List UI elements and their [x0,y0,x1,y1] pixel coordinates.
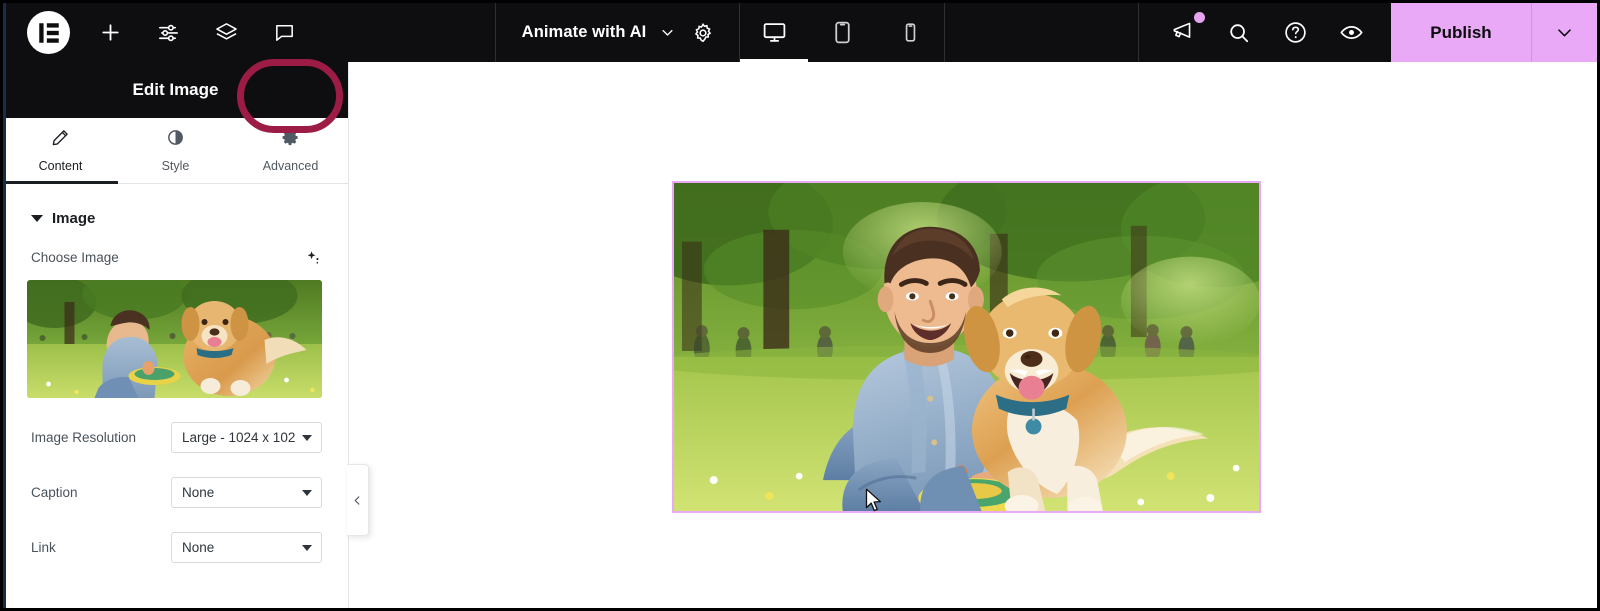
link-select[interactable]: None [171,532,322,563]
ai-sparkle-icon[interactable] [305,249,322,266]
publish-group: Publish [1391,3,1597,62]
selected-image-widget[interactable] [672,181,1261,513]
elementor-logo-icon[interactable] [27,11,70,54]
animate-with-ai-label[interactable]: Animate with AI [522,23,647,42]
image-section-header[interactable]: Image [3,184,348,227]
notification-badge-dot [1194,12,1205,23]
chevron-down-icon [302,490,312,496]
chevron-down-icon [302,545,312,551]
device-tablet-button[interactable] [808,3,876,62]
publish-options-chevron-down-icon[interactable] [1531,3,1597,62]
top-bar-right-group [1138,3,1391,62]
megaphone-icon[interactable] [1165,15,1201,51]
panel-tabs: Content Style Advanced [3,118,348,184]
image-thumbnail[interactable] [27,280,322,398]
chevron-down-icon [302,435,312,441]
tab-content[interactable]: Content [3,118,118,183]
question-circle-icon[interactable] [1277,15,1313,51]
gear-icon [281,128,300,152]
caption-label: Caption [31,485,171,500]
layers-icon[interactable] [208,15,244,51]
link-row: Link None [3,532,348,563]
top-bar-spacer-left [302,3,495,62]
link-value: None [182,540,214,555]
top-bar-left-group [3,3,302,62]
choose-image-row: Choose Image [3,249,348,266]
image-resolution-value: Large - 1024 x 102 [182,430,295,445]
search-icon[interactable] [1221,15,1257,51]
animate-with-ai-group: Animate with AI [495,3,741,62]
plus-icon[interactable] [92,15,128,51]
editor-canvas [349,62,1597,611]
panel-collapse-button[interactable] [347,464,369,536]
publish-button[interactable]: Publish [1391,3,1531,62]
caption-row: Caption None [3,477,348,508]
top-bar-spacer-right [945,3,1138,62]
pencil-icon [51,128,70,152]
comment-icon[interactable] [266,15,302,51]
tab-style[interactable]: Style [118,118,233,183]
window-left-edge [3,3,6,608]
editor-panel: Edit Image Content Style [3,62,349,611]
link-label: Link [31,540,171,555]
device-desktop-button[interactable] [740,3,808,62]
tab-advanced-label: Advanced [263,159,319,173]
image-resolution-select[interactable]: Large - 1024 x 102 [171,422,322,453]
sliders-icon[interactable] [150,15,186,51]
tab-advanced[interactable]: Advanced [233,118,348,183]
panel-title: Edit Image [3,62,348,118]
hero-image [674,183,1259,511]
choose-image-label: Choose Image [31,250,119,265]
caption-select[interactable]: None [171,477,322,508]
device-preview-group [740,3,945,62]
eye-icon[interactable] [1333,15,1369,51]
caret-down-icon [31,215,43,222]
image-resolution-row: Image Resolution Large - 1024 x 102 [3,422,348,453]
tab-style-label: Style [162,159,190,173]
top-bar: Animate with AI [3,3,1597,62]
elementor-editor: Animate with AI [0,0,1600,611]
chevron-down-icon[interactable] [660,25,675,40]
device-mobile-button[interactable] [876,3,944,62]
caption-value: None [182,485,214,500]
gear-icon[interactable] [689,19,717,47]
image-resolution-label: Image Resolution [31,430,171,445]
tab-content-label: Content [39,159,83,173]
contrast-circle-icon [166,128,185,152]
image-section-title: Image [52,210,95,227]
